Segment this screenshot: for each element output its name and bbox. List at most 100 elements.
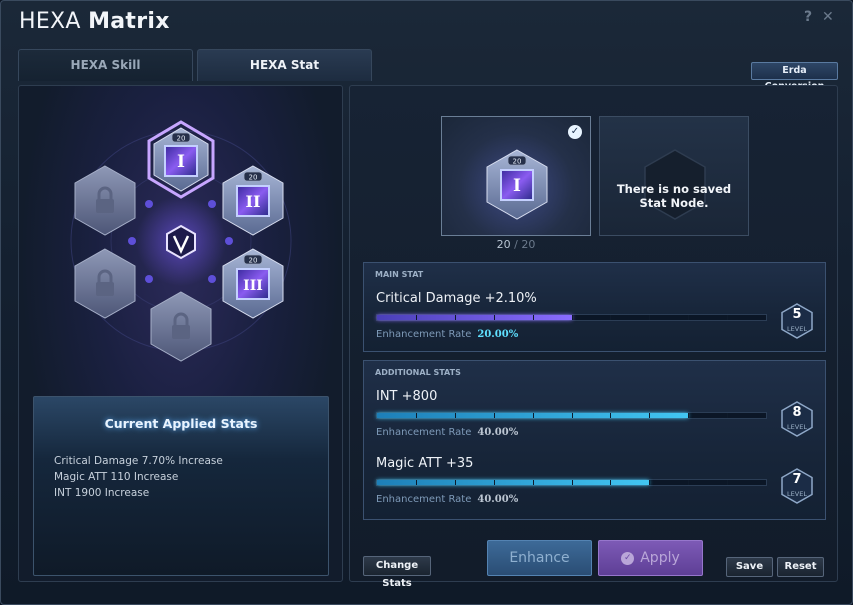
hex-grid: I 20 II 20 III 20: [70, 120, 292, 362]
node-3-level: 20: [249, 257, 258, 265]
node-1-numeral: I: [177, 152, 185, 172]
hexa-matrix-window: HEXA Matrix ? ✕ HEXA Skill HEXA Stat Erd…: [0, 0, 853, 605]
bar-segment-divider: [415, 480, 417, 485]
bar-segment-divider: [727, 315, 729, 320]
empty-hex-outline: [644, 149, 706, 220]
apply-button[interactable]: ✓ Apply: [598, 540, 703, 576]
title-main: Matrix: [88, 9, 170, 34]
current-node-numeral: I: [513, 176, 521, 196]
bar-segment-divider: [493, 315, 495, 320]
main-stat-level-word: LEVEL: [787, 325, 807, 333]
hex-node-locked-1[interactable]: [74, 165, 136, 236]
current-stat-line: INT 1900 Increase: [54, 487, 150, 499]
node-level-readout: 20 / 20: [496, 238, 536, 251]
node-3-numeral: III: [243, 278, 263, 294]
main-stat-progress-bar: [376, 314, 767, 321]
additional-stat-1-rate-label: Enhancement Rate: [376, 427, 472, 438]
bar-segment-divider: [454, 413, 456, 418]
additional-stat-2-name: Magic ATT +35: [376, 456, 474, 471]
bar-segment-divider: [532, 315, 534, 320]
hex-node-locked-3[interactable]: [150, 291, 212, 362]
additional-stat-1-level-word: LEVEL: [787, 423, 807, 431]
additional-stat-1-level: 8: [792, 405, 802, 420]
current-stat-line: Magic ATT 110 Increase: [54, 471, 179, 483]
additional-stat-1-progress-bar: [376, 412, 767, 419]
bar-segment-divider: [532, 480, 534, 485]
additional-stat-2-level: 7: [792, 472, 802, 487]
bar-segment-divider: [649, 315, 651, 320]
current-stat-line: Critical Damage 7.70% Increase: [54, 455, 223, 467]
additional-stat-2-rate: Enhancement Rate 40.00%: [376, 494, 518, 505]
bar-segment-divider: [649, 480, 651, 485]
check-circle-icon: ✓: [621, 551, 635, 565]
additional-stats-section: ADDITIONAL STATS INT +800 Enhancement Ra…: [363, 360, 826, 520]
hex-grid-panel: I 20 II 20 III 20 Current Applied Stats …: [18, 85, 343, 582]
current-node-hex: I 20: [486, 149, 548, 220]
close-icon[interactable]: ✕: [822, 9, 834, 25]
v-emblem-icon: [166, 224, 196, 260]
tab-hexa-skill[interactable]: HEXA Skill: [18, 49, 193, 81]
node-2-level: 20: [249, 174, 258, 182]
bar-segment-divider: [610, 413, 612, 418]
main-stat-rate: Enhancement Rate 20.00%: [376, 329, 518, 340]
additional-stat-1-rate: Enhancement Rate 40.00%: [376, 427, 518, 438]
main-stat-section: MAIN STAT Critical Damage +2.10% Enhance…: [363, 262, 826, 352]
bar-segment-divider: [493, 413, 495, 418]
bar-segment-divider: [727, 480, 729, 485]
hex-node-locked-2[interactable]: [74, 248, 136, 319]
bar-segment-divider: [571, 480, 573, 485]
save-button[interactable]: Save: [726, 557, 773, 577]
additional-stat-2-rate-label: Enhancement Rate: [376, 494, 472, 505]
bar-segment-divider: [688, 413, 690, 418]
additional-stat-2-rate-value: 40.00%: [477, 494, 519, 505]
no-saved-node-text: There is no saved Stat Node.: [600, 182, 748, 210]
bar-segment-divider: [571, 315, 573, 320]
bar-segment-divider: [571, 413, 573, 418]
node-2-numeral: II: [246, 192, 261, 211]
current-node-card[interactable]: ✓ I 20: [441, 116, 591, 236]
additional-stat-1-name: INT +800: [376, 389, 438, 404]
node-1-level: 20: [177, 135, 186, 143]
bar-segment-divider: [454, 315, 456, 320]
bar-segment-divider: [688, 480, 690, 485]
enhance-button[interactable]: Enhance: [487, 540, 592, 576]
apply-button-label: Apply: [640, 550, 680, 566]
additional-stats-label: ADDITIONAL STATS: [375, 368, 461, 377]
current-node-level-badge: 20: [513, 158, 522, 166]
erda-conversion-button[interactable]: Erda Conversion: [751, 62, 838, 92]
no-saved-line-1: There is no saved: [616, 182, 732, 196]
main-stat-label: MAIN STAT: [375, 270, 424, 279]
main-stat-progress-fill: [377, 315, 572, 320]
saved-node-card: There is no saved Stat Node.: [599, 116, 749, 236]
bar-segment-divider: [415, 315, 417, 320]
main-stat-level-badge: 5 LEVEL: [777, 301, 817, 341]
reset-button[interactable]: Reset: [777, 557, 824, 577]
current-applied-stats-box: Current Applied Stats Critical Damage 7.…: [33, 396, 329, 576]
additional-stat-2-level-badge: 7 LEVEL: [777, 466, 817, 506]
change-stats-button[interactable]: Change Stats: [363, 556, 431, 589]
current-stats-title: Current Applied Stats: [104, 416, 258, 431]
bar-segment-divider: [727, 413, 729, 418]
title-prefix: HEXA: [19, 9, 81, 34]
additional-stat-2-progress-fill: [377, 480, 650, 485]
node-level-max: 20: [521, 238, 536, 251]
hex-node-3[interactable]: III 20: [222, 248, 284, 319]
main-stat-name: Critical Damage +2.10%: [376, 291, 537, 306]
main-stat-rate-value: 20.00%: [477, 329, 519, 340]
window-title: HEXA Matrix: [19, 9, 170, 34]
tab-hexa-stat[interactable]: HEXA Stat: [197, 49, 372, 81]
stat-detail-panel: ✓ I 20 There is no saved Stat Node. 20 /…: [349, 85, 838, 589]
additional-stat-2-progress-bar: [376, 479, 767, 486]
hex-node-2[interactable]: II 20: [222, 165, 284, 236]
no-saved-line-2: Stat Node.: [639, 196, 709, 210]
bar-segment-divider: [415, 413, 417, 418]
additional-stat-1-rate-value: 40.00%: [477, 427, 519, 438]
additional-stat-1-level-badge: 8 LEVEL: [777, 399, 817, 439]
question-mark-icon[interactable]: ?: [804, 9, 812, 25]
additional-stat-2-level-word: LEVEL: [787, 490, 807, 498]
bar-segment-divider: [532, 413, 534, 418]
bar-segment-divider: [493, 480, 495, 485]
node-level-current: 20: [496, 238, 511, 251]
bar-segment-divider: [610, 480, 612, 485]
main-stat-level: 5: [792, 307, 802, 322]
